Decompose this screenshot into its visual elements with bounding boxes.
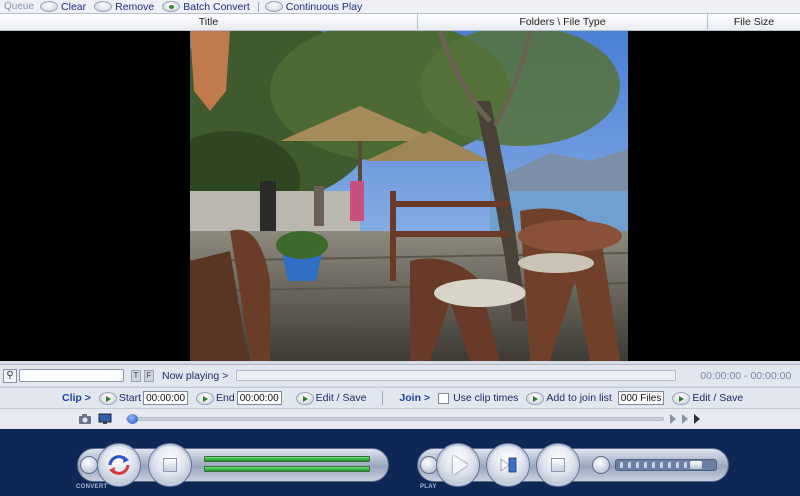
queue-label: Queue — [4, 1, 35, 12]
search-input[interactable] — [19, 369, 124, 382]
stop-icon — [551, 458, 565, 472]
play-selected-button[interactable] — [486, 443, 530, 487]
volume-handle[interactable] — [689, 460, 703, 470]
join-edit-save-button[interactable] — [672, 391, 691, 405]
now-playing-label: Now playing > — [162, 369, 229, 382]
set-end-button[interactable] — [196, 391, 215, 405]
remove-label: Remove — [115, 0, 155, 13]
batch-convert-label: Batch Convert — [183, 0, 250, 13]
monitor-icon[interactable] — [98, 413, 112, 425]
next-frame-icon[interactable] — [694, 414, 700, 424]
folder-toggle-button[interactable]: F — [144, 369, 154, 382]
snapshot-camera-icon[interactable] — [78, 413, 92, 425]
clip-join-bar: Clip > Start 00:00:00 End 00:00:00 Edit … — [0, 387, 800, 409]
convert-arrows-icon — [108, 455, 130, 475]
end-time-field[interactable]: 00:00:00 — [236, 391, 282, 405]
time-readout: 00:00:00 - 00:00:00 — [700, 369, 792, 382]
volume-tick — [620, 462, 623, 468]
beach-cafe-scene-image — [190, 31, 628, 361]
step-forward-icon[interactable] — [670, 414, 676, 424]
pause-icon[interactable] — [592, 456, 610, 474]
convert-progress-bar-1 — [204, 456, 370, 462]
play-button[interactable] — [436, 443, 480, 487]
continuous-play-label: Continuous Play — [285, 0, 363, 13]
volume-tick — [628, 462, 631, 468]
batch-convert-button[interactable]: Batch Convert — [162, 1, 250, 13]
clip-edit-save-button[interactable] — [295, 391, 314, 405]
volume-tick — [684, 462, 687, 468]
volume-tick — [636, 462, 639, 468]
volume-tick — [644, 462, 647, 468]
join-section-title: Join > — [399, 392, 431, 404]
use-clip-times-checkbox[interactable] — [438, 392, 450, 404]
column-header-title[interactable]: Title — [0, 14, 418, 30]
volume-slider[interactable] — [615, 459, 717, 471]
volume-tick — [676, 462, 679, 468]
clear-button[interactable]: Clear — [40, 1, 86, 13]
clip-section-title: Clip > — [62, 392, 91, 404]
add-to-join-list-label: Add to join list — [546, 392, 612, 404]
use-clip-times-label: Use clip times — [453, 392, 519, 404]
convert-progress-bar-2 — [204, 466, 370, 472]
remove-button[interactable]: Remove — [94, 1, 154, 13]
now-playing-bar: ⚲ T F Now playing > 00:00:00 - 00:00:00 — [0, 364, 800, 386]
batch-convert-radio-icon[interactable] — [162, 1, 181, 12]
end-label: End — [216, 392, 235, 404]
join-edit-save-label: Edit / Save — [692, 392, 744, 404]
now-playing-field — [236, 370, 677, 381]
stop-icon — [163, 458, 177, 472]
app-window: Queue Clear Remove Batch Convert Continu… — [0, 0, 800, 496]
play-icon — [452, 455, 468, 475]
continuous-play-button[interactable]: Continuous Play — [264, 0, 363, 13]
clear-label: Clear — [61, 0, 87, 13]
video-preview — [0, 31, 800, 361]
queue-divider — [257, 1, 259, 12]
join-files-count: 000 Files — [617, 391, 665, 405]
convert-label: CONVERT — [76, 484, 108, 490]
clear-radio-icon[interactable] — [40, 1, 59, 12]
remove-radio-icon[interactable] — [94, 1, 113, 12]
play-stop-button[interactable] — [536, 443, 580, 487]
convert-stop-button[interactable] — [148, 443, 192, 487]
fast-forward-icon[interactable] — [682, 414, 688, 424]
volume-tick — [652, 462, 655, 468]
play-file-icon — [500, 457, 517, 473]
start-label: Start — [118, 392, 142, 404]
convert-settings-icon[interactable] — [80, 456, 98, 474]
clip-join-divider — [382, 391, 384, 405]
add-to-join-list-button[interactable] — [526, 391, 545, 405]
column-header-folders[interactable]: Folders \ File Type — [418, 14, 708, 30]
search-icon[interactable]: ⚲ — [3, 368, 17, 383]
seek-row — [0, 409, 800, 429]
play-label: PLAY — [420, 484, 437, 490]
start-time-field[interactable]: 00:00:00 — [143, 391, 189, 405]
queue-bar: Queue Clear Remove Batch Convert Continu… — [0, 0, 800, 13]
continuous-play-radio-icon[interactable] — [264, 1, 283, 12]
file-list-header: Title Folders \ File Type File Size — [0, 13, 800, 31]
transport-panel: CONVERT PLAY — [0, 429, 800, 496]
column-header-file-size[interactable]: File Size — [708, 14, 800, 30]
volume-tick — [660, 462, 663, 468]
clip-edit-save-label: Edit / Save — [315, 392, 367, 404]
volume-tick — [668, 462, 671, 468]
video-frame-image — [190, 31, 628, 361]
title-toggle-button[interactable]: T — [131, 369, 141, 382]
set-start-button[interactable] — [98, 391, 117, 405]
convert-button[interactable] — [97, 443, 141, 487]
seek-slider[interactable] — [126, 414, 664, 424]
seek-slider-handle[interactable] — [127, 414, 138, 424]
